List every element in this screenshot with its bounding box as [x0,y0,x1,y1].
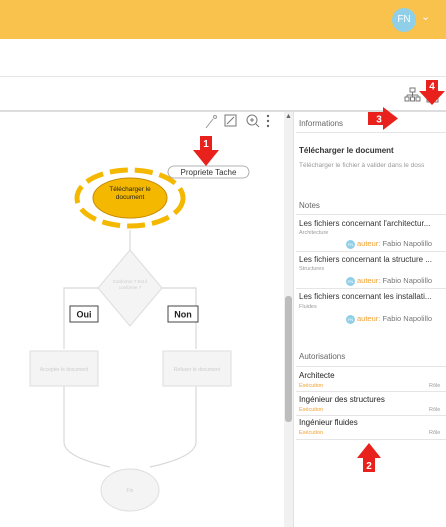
divider [296,391,446,392]
user-avatar[interactable]: FN [392,8,416,32]
note-category: Fluides [299,304,317,310]
authorization-type: Exécution [299,407,324,413]
svg-text:Propriete Tache: Propriete Tache [181,168,237,177]
no-branch-label: Non [167,305,199,323]
scroll-up-arrow-icon[interactable]: ▲ [285,113,292,120]
chevron-down-icon[interactable]: ⌄ [421,10,430,23]
task-property-tooltip: Propriete Tache [167,165,250,179]
scrollbar-thumb[interactable] [285,296,292,422]
authorization-role: Rôle [429,430,441,436]
authorization-role: Rôle [429,383,441,389]
avatar: FN [346,314,355,324]
svg-text:Fin: Fin [127,488,134,494]
authorization-name[interactable]: Architecte [299,371,335,380]
svg-text:Accepter le document: Accepter le document [40,367,89,373]
document-icon[interactable] [426,86,439,103]
svg-text:Refuser le document: Refuser le document [174,367,221,373]
authorizations-title: Autorisations [299,352,346,361]
authorization-name[interactable]: Ingénieur des structures [299,395,385,404]
org-chart-icon[interactable] [404,87,421,102]
note-author: FN auteur: Fabio Napolillo [346,314,433,324]
divider [296,251,446,252]
decision-node[interactable]: Conforme ? Est il conforme ? [97,249,163,327]
accept-task-node[interactable]: Accepter le document [29,350,99,387]
note-category: Architecture [299,230,329,236]
zoom-in-icon[interactable] [246,114,260,128]
note-title[interactable]: Les fichiers concernant la structure ... [299,255,446,264]
toolbar-icons [404,86,439,103]
divider [296,132,446,133]
note-author: FN auteur: Fabio Napolillo [346,239,433,249]
decision-label: Conforme ? Est il conforme ? [112,279,148,290]
header-band [0,39,446,76]
yes-branch-label: Oui [69,305,99,323]
top-bar [0,0,446,39]
note-title[interactable]: Les fichiers concernant l'architectur... [299,219,446,228]
authorization-type: Exécution [299,383,324,389]
svg-text:Non: Non [174,310,192,320]
magic-wand-icon[interactable] [205,115,217,129]
note-category: Structures [299,266,325,272]
authorization-type: Exécution [299,430,324,436]
divider [296,366,446,367]
informations-title: Informations [299,119,344,128]
reject-task-node[interactable]: Refuser le document [162,350,232,387]
svg-text:Oui: Oui [77,310,92,320]
authorization-role: Rôle [429,407,441,413]
task-title: Télécharger le document [299,146,394,155]
divider [296,415,446,416]
expand-icon[interactable] [224,114,237,127]
more-options-icon[interactable] [266,114,270,128]
avatar: FN [346,239,355,249]
divider [296,439,446,440]
note-title[interactable]: Les fichiers concernant les installati..… [299,292,446,301]
end-node[interactable]: Fin [100,468,160,512]
task-description: Télécharger le fichier à valider dans le… [299,162,425,169]
task-start-label: Télécharger le document [109,186,151,201]
task-start-node[interactable]: Télécharger le document [74,167,186,229]
workflow-diagram: Télécharger le document Propriete Tache … [29,114,270,512]
divider [296,214,446,215]
divider [296,288,446,289]
notes-title: Notes [299,201,320,210]
avatar: FN [346,276,355,286]
authorization-name[interactable]: Ingénieur fluides [299,418,358,427]
note-author: FN auteur: Fabio Napolillo [346,276,433,286]
